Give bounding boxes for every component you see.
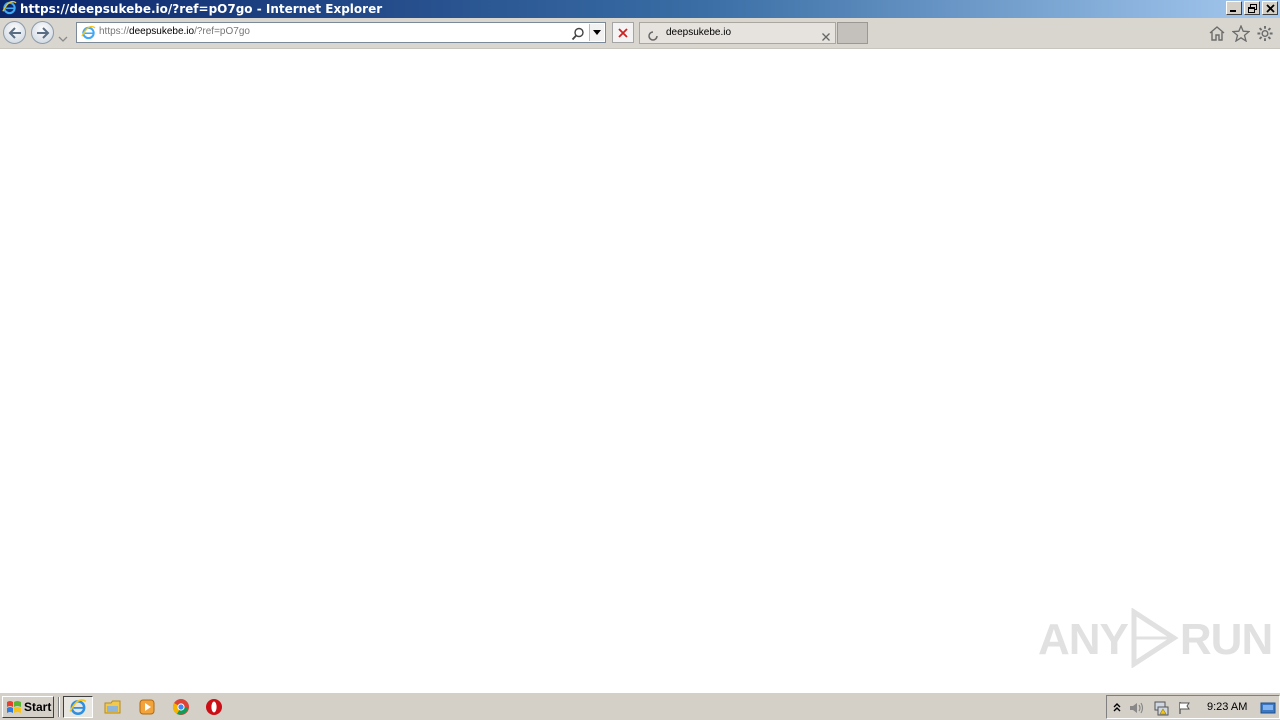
stop-button[interactable] [612, 22, 634, 43]
loading-spinner-icon [647, 27, 659, 46]
taskbar-internet-explorer[interactable] [63, 696, 93, 718]
url-domain: deepsukebe.io [129, 26, 195, 37]
arrow-left-icon [8, 26, 21, 39]
minimize-button[interactable] [1226, 1, 1242, 15]
start-button[interactable]: Start [2, 696, 54, 718]
address-dropdown-button[interactable] [589, 24, 604, 41]
window-controls [1226, 1, 1278, 15]
taskbar-file-explorer[interactable] [98, 696, 128, 718]
show-desktop-icon[interactable] [1260, 700, 1276, 719]
taskbar-chrome[interactable] [166, 696, 196, 718]
address-url[interactable]: https://deepsukebe.io/?ref=pO7go [99, 26, 250, 37]
forward-button[interactable] [31, 21, 54, 44]
tab-title: deepsukebe.io [666, 27, 732, 38]
toolbar-icons [1208, 24, 1274, 46]
favorites-star-icon[interactable] [1231, 24, 1251, 46]
close-tab-button[interactable] [821, 27, 831, 46]
home-icon[interactable] [1208, 25, 1226, 46]
watermark-text-left: ANY [1038, 615, 1129, 664]
volume-icon[interactable] [1129, 700, 1147, 719]
folder-icon [104, 700, 121, 714]
taskbar-media-player[interactable] [132, 696, 162, 718]
settings-gear-icon[interactable] [1256, 25, 1274, 46]
navigation-bar: https://deepsukebe.io/?ref=pO7go deepsuk… [0, 18, 1280, 49]
system-tray: 9:23 AM [1106, 695, 1280, 719]
restore-button[interactable] [1244, 1, 1260, 15]
back-button[interactable] [3, 21, 26, 44]
window-titlebar[interactable]: https://deepsukebe.io/?ref=pO7go - Inter… [0, 0, 1280, 18]
chrome-icon [172, 699, 189, 715]
media-player-icon [139, 699, 155, 715]
window-title: https://deepsukebe.io/?ref=pO7go - Inter… [20, 2, 383, 16]
address-bar[interactable]: https://deepsukebe.io/?ref=pO7go [76, 22, 606, 43]
url-path: /?ref=pO7go [194, 26, 250, 37]
internet-explorer-icon [69, 699, 87, 715]
arrow-right-icon [36, 26, 49, 39]
opera-icon [206, 699, 222, 715]
url-prefix: https:// [99, 26, 130, 37]
taskbar-clock[interactable]: 9:23 AM [1207, 701, 1247, 713]
recent-pages-dropdown[interactable] [58, 28, 70, 42]
close-window-button[interactable] [1262, 1, 1278, 15]
search-icon[interactable] [571, 26, 585, 45]
tab-deepsukebe[interactable]: deepsukebe.io [639, 22, 836, 44]
chevron-down-icon [58, 36, 68, 42]
caret-down-icon [593, 29, 601, 35]
play-logo-icon [1128, 607, 1180, 672]
page-content[interactable] [0, 49, 1280, 692]
show-hidden-icons-icon[interactable] [1112, 700, 1122, 719]
close-icon [822, 33, 830, 41]
stop-x-icon [618, 27, 628, 38]
anyrun-watermark: ANY RUN [1038, 607, 1273, 672]
taskbar: Start 9:23 AM [0, 692, 1280, 720]
start-label: Start [24, 700, 52, 714]
page-favicon-icon [81, 25, 96, 44]
windows-logo-icon [7, 701, 21, 713]
taskbar-separator [58, 697, 60, 717]
new-tab-button[interactable] [837, 22, 868, 44]
taskbar-opera[interactable] [199, 696, 229, 718]
watermark-text-right: RUN [1179, 615, 1273, 664]
action-center-flag-icon[interactable] [1177, 700, 1193, 719]
internet-explorer-icon [2, 0, 17, 19]
network-icon[interactable] [1153, 700, 1171, 720]
